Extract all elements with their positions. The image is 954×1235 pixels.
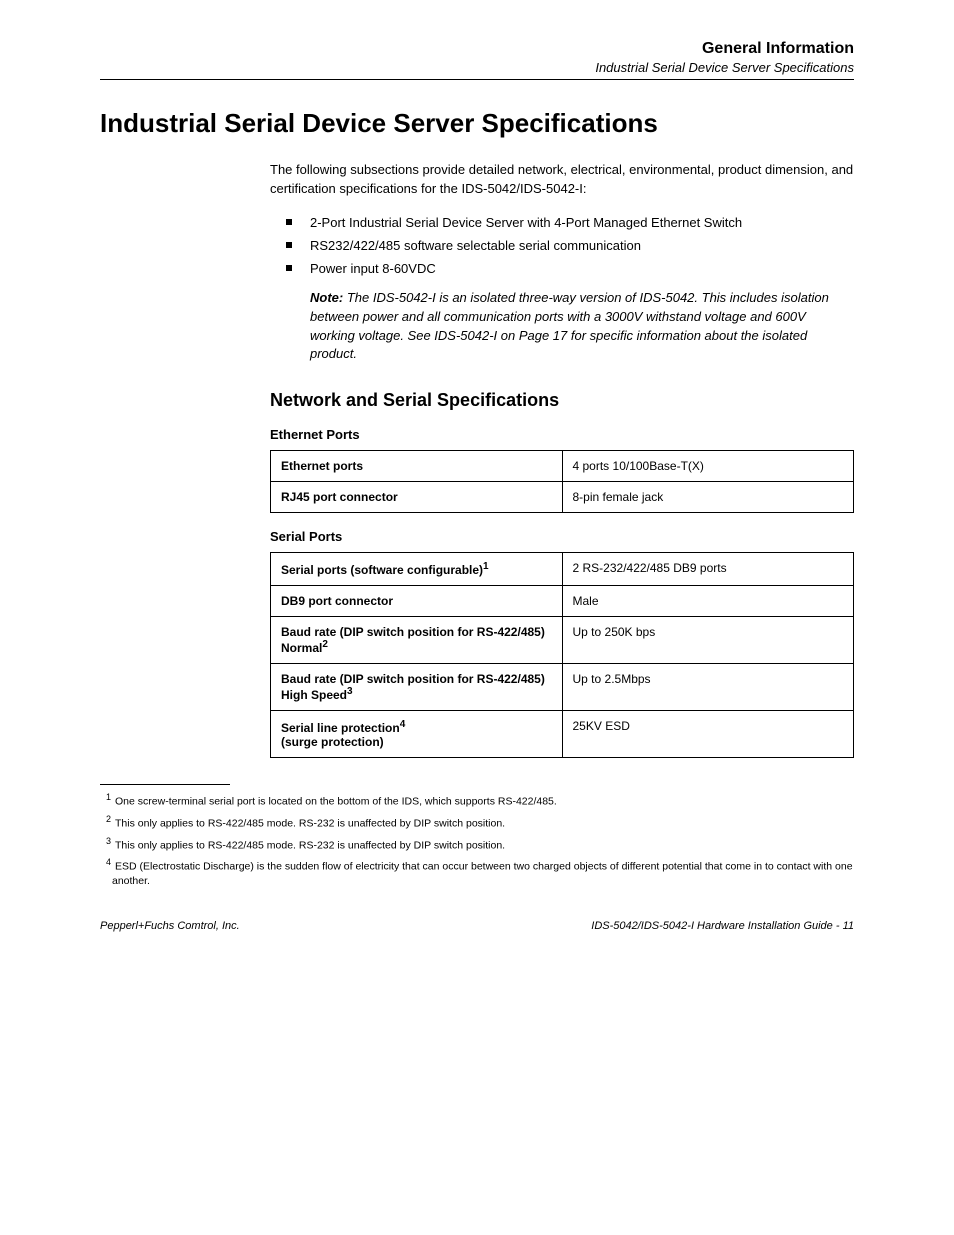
table-row: Baud rate (DIP switch position for RS-42…	[271, 664, 854, 711]
footnote: 3This only applies to RS-422/485 mode. R…	[106, 835, 854, 853]
table-row: Serial line protection4 (surge protectio…	[271, 711, 854, 758]
table-cell: 25KV ESD	[562, 711, 854, 758]
table-row: DB9 port connector Male	[271, 586, 854, 617]
footer-left: Pepperl+Fuchs Comtrol, Inc.	[100, 920, 240, 932]
list-item: 2-Port Industrial Serial Device Server w…	[310, 211, 854, 234]
note-paragraph: Note: The IDS-5042-I is an isolated thre…	[310, 289, 854, 364]
list-item: RS232/422/485 software selectable serial…	[310, 234, 854, 257]
serial-table: Serial ports (software configurable)1 2 …	[270, 552, 854, 758]
ethernet-subheading: Ethernet Ports	[270, 427, 854, 442]
header-subtitle: Industrial Serial Device Server Specific…	[100, 58, 854, 75]
ethernet-table: Ethernet ports 4 ports 10/100Base-T(X) R…	[270, 450, 854, 513]
note-label: Note:	[310, 290, 343, 305]
footnote: 4ESD (Electrostatic Discharge) is the su…	[106, 856, 854, 888]
network-spec-heading: Network and Serial Specifications	[270, 390, 854, 411]
intro-list: 2-Port Industrial Serial Device Server w…	[270, 211, 854, 281]
intro-lead: The following subsections provide detail…	[270, 161, 854, 199]
table-row: Serial ports (software configurable)1 2 …	[271, 553, 854, 586]
table-cell: RJ45 port connector	[271, 482, 563, 513]
table-cell: Up to 250K bps	[562, 617, 854, 664]
table-cell: Serial ports (software configurable)1	[271, 553, 563, 586]
table-row: Baud rate (DIP switch position for RS-42…	[271, 617, 854, 664]
page-footer: Pepperl+Fuchs Comtrol, Inc. IDS-5042/IDS…	[100, 912, 854, 932]
header-title: General Information	[100, 40, 854, 58]
table-cell: Serial line protection4 (surge protectio…	[271, 711, 563, 758]
footnotes: 1One screw-terminal serial port is locat…	[100, 784, 854, 888]
running-header: General Information Industrial Serial De…	[100, 40, 854, 80]
footnote: 1One screw-terminal serial port is locat…	[106, 791, 854, 809]
note-text: The IDS-5042-I is an isolated three-way …	[310, 290, 829, 362]
section-title: Industrial Serial Device Server Specific…	[100, 108, 854, 139]
table-cell: 2 RS-232/422/485 DB9 ports	[562, 553, 854, 586]
footnote-rule	[100, 784, 230, 785]
table-cell: 4 ports 10/100Base-T(X)	[562, 451, 854, 482]
table-cell: 8-pin female jack	[562, 482, 854, 513]
serial-subheading: Serial Ports	[270, 529, 854, 544]
table-cell: DB9 port connector	[271, 586, 563, 617]
footnote: 2This only applies to RS-422/485 mode. R…	[106, 813, 854, 831]
table-cell: Baud rate (DIP switch position for RS-42…	[271, 617, 563, 664]
table-cell: Ethernet ports	[271, 451, 563, 482]
table-row: Ethernet ports 4 ports 10/100Base-T(X)	[271, 451, 854, 482]
footer-right: IDS-5042/IDS-5042-I Hardware Installatio…	[591, 920, 854, 932]
table-cell: Baud rate (DIP switch position for RS-42…	[271, 664, 563, 711]
table-cell: Male	[562, 586, 854, 617]
table-cell: Up to 2.5Mbps	[562, 664, 854, 711]
table-row: RJ45 port connector 8-pin female jack	[271, 482, 854, 513]
list-item: Power input 8-60VDC	[310, 257, 854, 280]
